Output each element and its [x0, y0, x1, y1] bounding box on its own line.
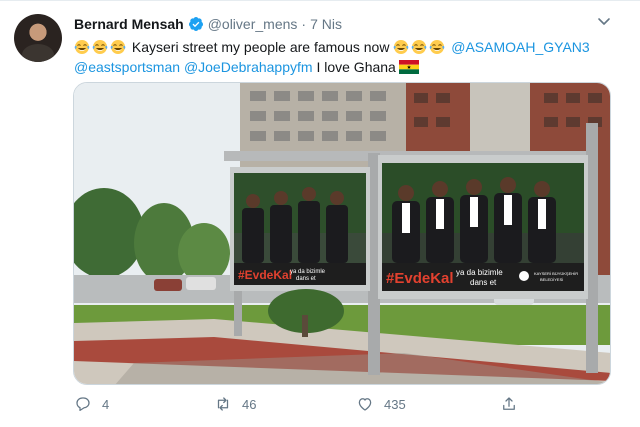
- face-with-tears-of-joy-icon: [394, 40, 409, 54]
- mention-joedebrah[interactable]: @JoeDebrahappyfm: [184, 59, 313, 75]
- heart-icon[interactable]: [356, 395, 374, 413]
- retweet-count: 46: [242, 396, 257, 412]
- billboard-slogan-right-1: ya da bizimle: [456, 268, 503, 277]
- author-name[interactable]: Bernard Mensah: [74, 16, 184, 32]
- mention-asamoah[interactable]: @ASAMOAH_GYAN3: [451, 39, 589, 55]
- ghana-flag-icon: [398, 60, 419, 74]
- tweet-text: Kayseri street my people are famous now …: [74, 37, 624, 77]
- like-count: 435: [384, 396, 406, 412]
- share-icon[interactable]: [500, 395, 518, 413]
- separator-dot: ·: [301, 16, 307, 32]
- face-with-tears-of-joy-icon: [92, 40, 108, 54]
- tweet-text-closing: I love Ghana: [316, 59, 396, 75]
- emoji-group: [74, 39, 128, 55]
- retweet-action[interactable]: 46: [214, 394, 256, 414]
- tweet-date[interactable]: 7 Nis: [310, 16, 342, 32]
- tweet-header: Bernard Mensah @oliver_mens · 7 Nis: [74, 15, 342, 33]
- billboard-hashtag-right: #EvdeKal: [386, 270, 454, 287]
- author-handle[interactable]: @oliver_mens: [208, 16, 298, 32]
- billboard-slogan-left-1: ya da bizimle: [290, 269, 326, 275]
- tweet-photo[interactable]: #EvdeKal ya da bizimle dans et #EvdeKal …: [73, 82, 611, 385]
- billboard-slogan-right-2: dans et: [470, 278, 497, 287]
- like-action[interactable]: 435: [356, 394, 406, 414]
- tweet-text-body: Kayseri street my people are famous now: [131, 39, 390, 55]
- face-with-tears-of-joy-icon: [74, 40, 90, 54]
- billboard-small-1: KAYSERİ BÜYÜKŞEHİR: [534, 271, 578, 276]
- reply-icon[interactable]: [74, 395, 92, 413]
- mention-eastsportsman[interactable]: @eastsportsman: [74, 59, 180, 75]
- share-action[interactable]: [500, 394, 528, 414]
- billboard-hashtag-left: #EvdeKal: [238, 268, 292, 282]
- reply-count: 4: [102, 396, 110, 412]
- billboard-photo: #EvdeKal ya da bizimle dans et #EvdeKal …: [74, 83, 610, 384]
- tweet-actions: 4 46 435: [74, 394, 534, 414]
- face-with-tears-of-joy-icon: [412, 40, 427, 54]
- reply-action[interactable]: 4: [74, 394, 109, 414]
- verified-badge-icon: [188, 17, 203, 31]
- emoji-group: [393, 39, 447, 55]
- billboard-small-2: BELEDİYESİ: [540, 277, 563, 282]
- avatar[interactable]: [14, 14, 62, 62]
- billboard-slogan-left-2: dans et: [296, 276, 316, 282]
- chevron-down-icon[interactable]: [596, 13, 612, 29]
- tweet-card[interactable]: Bernard Mensah @oliver_mens · 7 Nis Kays…: [0, 0, 640, 427]
- face-with-tears-of-joy-icon: [110, 40, 126, 54]
- retweet-icon[interactable]: [214, 395, 232, 413]
- face-with-tears-of-joy-icon: [430, 40, 445, 54]
